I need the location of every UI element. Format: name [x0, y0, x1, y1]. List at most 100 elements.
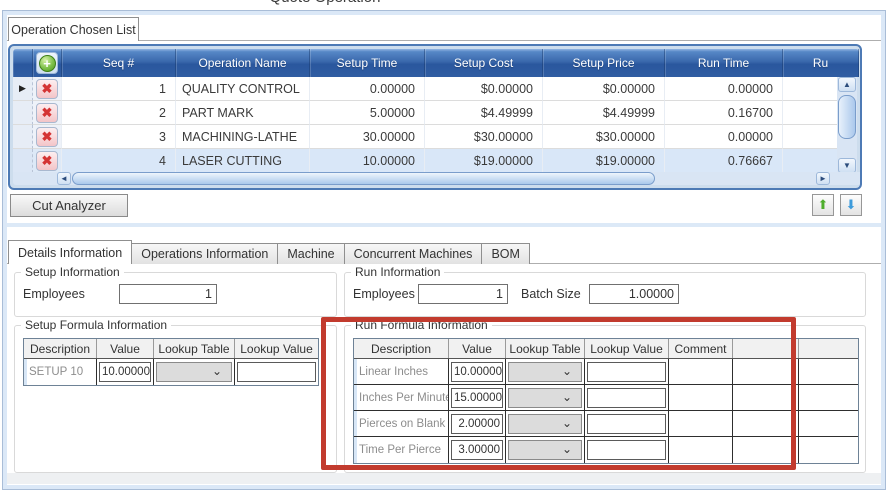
- grid-header-row: + Seq # Operation Name Setup Time Setup Cos…: [13, 49, 859, 77]
- formula-cell: [669, 411, 733, 436]
- cell-empty: [783, 77, 839, 101]
- formula-cell: [585, 437, 669, 463]
- column-header-3[interactable]: Setup Time: [310, 49, 425, 77]
- setup-employees-input[interactable]: 1: [119, 284, 217, 304]
- formula-cell: [733, 385, 799, 410]
- scroll-right-button[interactable]: ►: [816, 172, 830, 185]
- column-header-4[interactable]: Setup Cost: [425, 49, 543, 77]
- scroll-up-button[interactable]: ▲: [838, 77, 856, 92]
- details-tabstrip: Details Information Operations Informati…: [8, 240, 530, 264]
- lookup-value-input[interactable]: [587, 387, 666, 408]
- grid-row[interactable]: ✖ 2 PART MARK 5.00000 $4.49999 $4.49999 0.1670…: [13, 101, 839, 125]
- row-indicator: [13, 101, 33, 125]
- horizontal-scrollbar[interactable]: ◄ ►: [13, 172, 860, 185]
- tab-bom[interactable]: BOM: [481, 243, 530, 264]
- current-row-indicator: ▶: [13, 77, 33, 101]
- cell-setup-cost: $30.00000: [425, 125, 543, 149]
- formula-value-input[interactable]: 10.00000: [99, 362, 151, 382]
- scroll-down-button[interactable]: ▼: [838, 158, 856, 173]
- run-formula-title: Run Formula Information: [351, 318, 492, 332]
- column-header-7[interactable]: Ru: [783, 49, 859, 77]
- lookup-table-dropdown[interactable]: ⌄: [508, 387, 582, 408]
- formula-column-header: Value: [97, 339, 154, 358]
- formula-cell: [799, 411, 858, 436]
- run-information-group: Run Information Employees 1 Batch Size 1…: [344, 265, 866, 317]
- column-header-2[interactable]: Operation Name: [176, 49, 310, 77]
- grid-row[interactable]: ▶ ✖ 1 QUALITY CONTROL 0.00000 $0.00000 $0.0000…: [13, 77, 839, 101]
- vertical-scrollbar-thumb[interactable]: [838, 95, 856, 139]
- delete-row-button[interactable]: ✖: [36, 126, 58, 147]
- formula-column-header: Description: [354, 339, 449, 358]
- formula-row: Time Per Pierce 3.00000 ⌄: [354, 437, 858, 463]
- add-row-button[interactable]: +: [36, 52, 58, 74]
- formula-value-input[interactable]: 15.00000: [451, 387, 503, 408]
- scroll-left-button[interactable]: ◄: [57, 172, 71, 185]
- lookup-value-input[interactable]: [587, 440, 666, 460]
- setup-formula-group: Setup Formula Information Description Val…: [14, 318, 337, 473]
- formula-column-header: Lookup Value: [585, 339, 669, 358]
- formula-description: Inches Per Minute: [354, 385, 449, 410]
- cell-setup-cost: $4.49999: [425, 101, 543, 125]
- move-row-up-button[interactable]: ⬆: [812, 194, 834, 216]
- column-header-6[interactable]: Run Time: [665, 49, 783, 77]
- setup-formula-title: Setup Formula Information: [21, 318, 172, 332]
- scroll-right-icon: ►: [819, 174, 827, 183]
- formula-column-header: Description: [24, 339, 97, 358]
- lookup-table-dropdown[interactable]: ⌄: [156, 362, 232, 382]
- column-header-5[interactable]: Setup Price: [543, 49, 665, 77]
- cell-seq: 3: [62, 125, 176, 149]
- cell-name: LASER CUTTING: [176, 149, 310, 173]
- cell-name: QUALITY CONTROL: [176, 77, 310, 101]
- formula-cell: [585, 411, 669, 436]
- formula-cell: [669, 385, 733, 410]
- lookup-table-dropdown[interactable]: ⌄: [508, 440, 582, 460]
- delete-row-button[interactable]: ✖: [36, 78, 58, 99]
- delete-row-button[interactable]: ✖: [36, 102, 58, 123]
- add-row-header-cell: +: [33, 49, 62, 77]
- delete-row-button[interactable]: ✖: [36, 150, 58, 171]
- scroll-left-icon: ◄: [60, 174, 68, 183]
- formula-value-input[interactable]: 3.00000: [451, 440, 503, 460]
- run-formula-group: Run Formula Information Description Value…: [344, 318, 866, 473]
- lookup-value-input[interactable]: [587, 361, 666, 382]
- tab-concurrent-machines[interactable]: Concurrent Machines: [343, 243, 483, 264]
- lookup-value-input[interactable]: [587, 413, 666, 434]
- cell-name: PART MARK: [176, 101, 310, 125]
- delete-icon: ✖: [41, 129, 53, 144]
- formula-cell: [733, 359, 799, 384]
- formula-description: SETUP 10: [24, 359, 97, 385]
- lookup-table-dropdown[interactable]: ⌄: [508, 361, 582, 382]
- vertical-scrollbar[interactable]: ▲ ▼: [837, 77, 857, 173]
- grid-row[interactable]: ✖ 3 MACHINING-LATHE 30.00000 $30.00000 $30.00…: [13, 125, 839, 149]
- scroll-up-icon: ▲: [843, 80, 851, 89]
- run-employees-input[interactable]: 1: [418, 284, 508, 304]
- grid-row[interactable]: ✖ 4 LASER CUTTING 10.00000 $19.00000 $19.0000…: [13, 149, 839, 173]
- lookup-value-input[interactable]: [237, 362, 316, 382]
- formula-cell: [733, 437, 799, 463]
- horizontal-scrollbar-thumb[interactable]: [72, 172, 655, 185]
- setup-information-group: Setup Information Employees 1: [14, 265, 337, 317]
- grid-body: ▶ ✖ 1 QUALITY CONTROL 0.00000 $0.00000 $0.0000…: [13, 77, 839, 173]
- formula-column-header: Value: [449, 339, 506, 358]
- move-row-down-button[interactable]: ⬇: [840, 194, 862, 216]
- formula-value-input[interactable]: 10.00000: [451, 361, 503, 382]
- batch-size-input[interactable]: 1.00000: [589, 284, 679, 304]
- setup-information-title: Setup Information: [21, 265, 124, 279]
- cell-setup-price: $4.49999: [543, 101, 665, 125]
- tab-operation-chosen-list[interactable]: Operation Chosen List: [8, 17, 139, 41]
- cut-analyzer-button[interactable]: Cut Analyzer: [10, 194, 128, 217]
- delete-cell: ✖: [33, 149, 62, 173]
- tab-operations-information[interactable]: Operations Information: [131, 243, 279, 264]
- formula-value-input[interactable]: 2.00000: [451, 413, 503, 434]
- formula-cell: [799, 385, 858, 410]
- formula-row: SETUP 10 10.00000 ⌄: [24, 359, 318, 385]
- lookup-table-dropdown[interactable]: ⌄: [508, 413, 582, 434]
- formula-cell: [799, 359, 858, 384]
- tab-machine[interactable]: Machine: [277, 243, 345, 264]
- tab-details-information[interactable]: Details Information: [8, 240, 133, 264]
- cell-setup-price: $30.00000: [543, 125, 665, 149]
- column-header-1[interactable]: Seq #: [62, 49, 176, 77]
- formula-column-header: Comment: [669, 339, 733, 358]
- cell-setup-time: 0.00000: [310, 77, 425, 101]
- cell-run-time: 0.16700: [665, 101, 783, 125]
